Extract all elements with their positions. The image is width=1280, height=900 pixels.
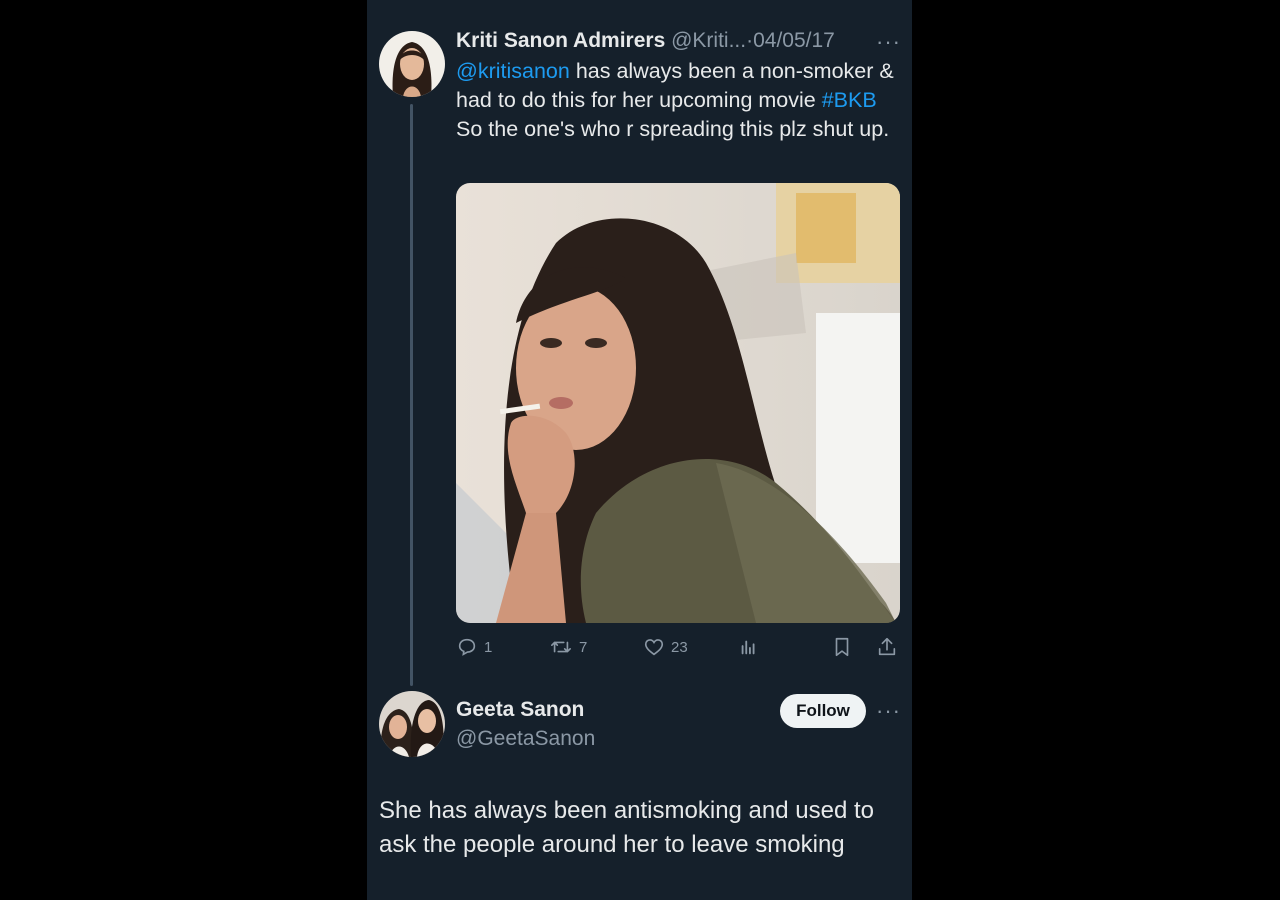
tweet-text: @kritisanon has always been a non-smoker… <box>456 57 896 144</box>
reply-action[interactable]: 1 <box>456 630 492 664</box>
tweet-photo[interactable] <box>456 183 900 623</box>
reply-icon <box>458 638 476 656</box>
reply-author-name[interactable]: Geeta Sanon <box>456 698 584 721</box>
more-icon[interactable]: ··· <box>876 29 901 55</box>
like-icon <box>644 639 664 656</box>
views-action[interactable] <box>738 630 760 664</box>
reply-text: She has always been antismoking and used… <box>379 797 874 858</box>
retweet-count: 7 <box>579 638 588 656</box>
share-action[interactable] <box>876 630 898 664</box>
tweet-date[interactable]: 04/05/17 <box>753 29 835 52</box>
tweet-text-part2: So the one's who r spreading this plz sh… <box>456 117 890 141</box>
geeta-sanon-avatar[interactable] <box>379 691 445 757</box>
reply-count: 1 <box>484 638 493 656</box>
tweet-header: Kriti Sanon Admirers @Kriti...·04/05/17 <box>456 29 835 53</box>
like-count: 23 <box>671 638 688 656</box>
hashtag-link[interactable]: #BKB <box>822 88 877 112</box>
reply-more-icon[interactable]: ··· <box>876 698 901 724</box>
share-icon <box>878 637 896 656</box>
tweet-thread-panel: Kriti Sanon Admirers @Kriti...·04/05/17 … <box>367 0 912 900</box>
bookmark-icon <box>835 637 849 657</box>
thread-connector-line <box>410 104 413 686</box>
follow-button[interactable]: Follow <box>780 694 866 728</box>
author-handle[interactable]: @Kriti... <box>671 29 746 52</box>
kriti-admirers-avatar[interactable] <box>379 31 445 97</box>
reply-author-handle[interactable]: @GeetaSanon <box>456 727 595 751</box>
retweet-action[interactable]: 7 <box>549 630 587 664</box>
mention-link[interactable]: @kritisanon <box>456 59 570 83</box>
like-action[interactable]: 23 <box>643 630 688 664</box>
views-icon <box>741 640 755 655</box>
retweet-icon <box>551 641 571 653</box>
bookmark-action[interactable] <box>831 630 853 664</box>
reply-author-name-row: Geeta Sanon <box>456 698 584 722</box>
tweet-actions: 1 7 23 <box>456 630 900 664</box>
author-name[interactable]: Kriti Sanon Admirers <box>456 29 665 52</box>
